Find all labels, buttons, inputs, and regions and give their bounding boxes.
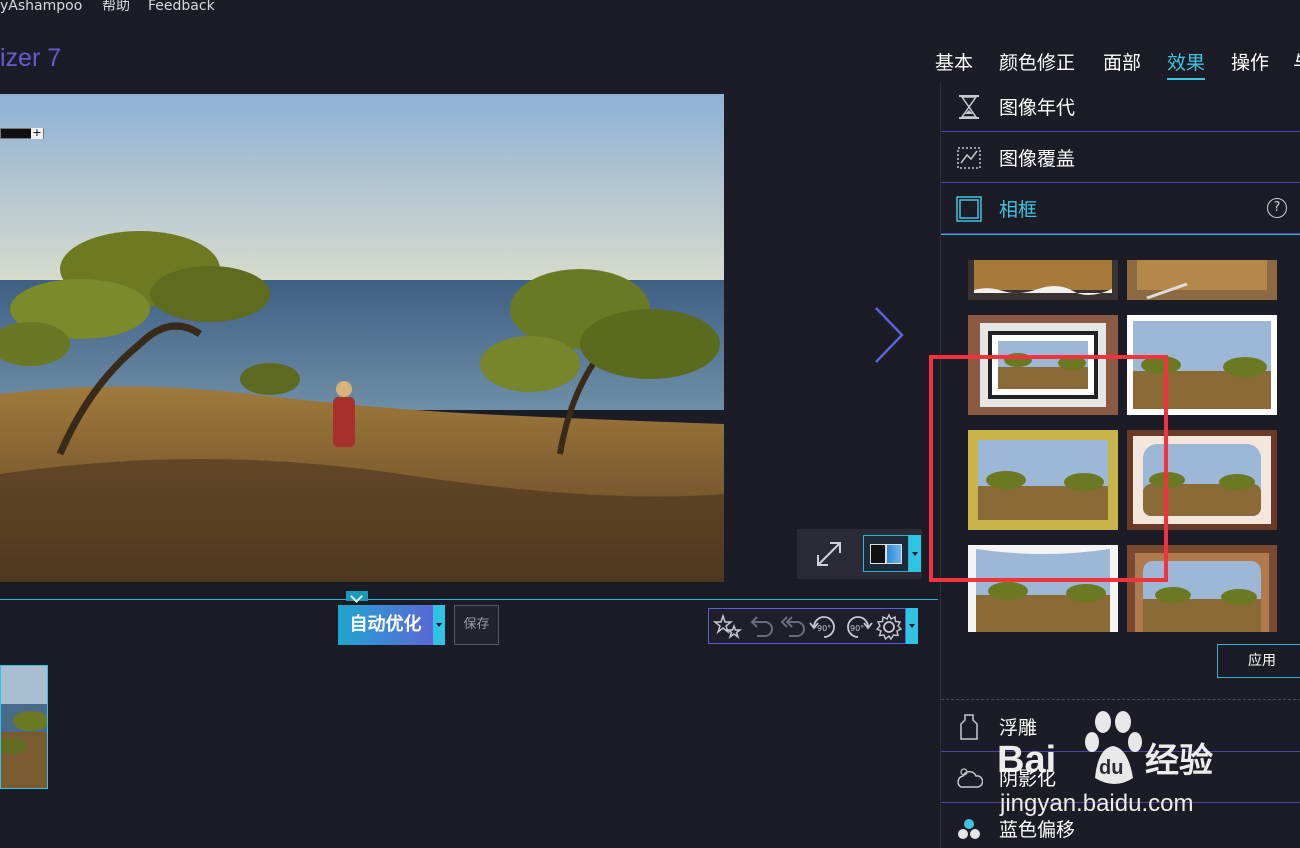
rotate-left-label: 90° [817, 624, 831, 633]
section-label: 阴影化 [999, 768, 1057, 790]
menu-item-help[interactable]: 帮助 [102, 0, 130, 13]
section-frame[interactable]: 相框 [941, 184, 1300, 234]
tab-more[interactable]: 与 [1293, 48, 1300, 75]
blue-shift-icon [958, 819, 980, 839]
compare-view-button[interactable] [863, 535, 909, 572]
image-viewer: + [0, 82, 938, 599]
zoom-indicator[interactable]: + [0, 127, 44, 139]
next-image-arrow-icon[interactable] [870, 305, 910, 365]
frame-icon [956, 196, 982, 222]
main-photo [0, 94, 724, 582]
filmstrip-thumbnail[interactable] [0, 665, 48, 789]
undo-icon[interactable] [745, 612, 775, 642]
section-label: 图像年代 [999, 97, 1076, 119]
emboss-icon [960, 714, 978, 740]
tab-effects[interactable]: 效果 [1167, 48, 1206, 80]
tab-basic[interactable]: 基本 [935, 48, 973, 75]
compare-dropdown-arrow[interactable] [909, 535, 921, 572]
filmstrip [0, 655, 938, 848]
compare-after-icon [886, 544, 902, 564]
edit-tools-group: 90° 90° [708, 608, 906, 644]
app-title: izer 7 [0, 44, 62, 72]
section-emboss[interactable]: 浮雕 [941, 702, 1300, 752]
rotate-right-90-icon[interactable]: 90° [841, 612, 875, 642]
menu-item-ashampoo[interactable]: yAshampoo [0, 0, 82, 13]
frame-option-wooden-board[interactable] [1127, 260, 1277, 300]
tab-face[interactable]: 面部 [1103, 48, 1141, 75]
compare-before-icon [870, 544, 886, 564]
rotate-right-label: 90° [850, 624, 864, 633]
zoom-in-icon[interactable]: + [31, 127, 43, 139]
section-label: 相框 [999, 199, 1038, 221]
auto-optimize-dropdown[interactable] [433, 605, 445, 645]
wand-stars-icon[interactable] [713, 612, 743, 642]
rotate-left-90-icon[interactable]: 90° [807, 612, 841, 642]
save-button[interactable]: 保存 [454, 605, 499, 645]
menu-bar: yAshampoo 帮助 Feedback [0, 0, 1300, 16]
auto-optimize-button[interactable]: 自动优化 [338, 605, 433, 645]
edit-tools-dropdown[interactable] [906, 608, 918, 644]
section-label: 蓝色偏移 [999, 819, 1076, 841]
baidu-watermark-url: jingyan.baidu.com [1000, 790, 1194, 817]
help-icon[interactable]: ? [1267, 198, 1287, 218]
hourglass-icon [959, 95, 979, 119]
title-bar: izer 7 基本 颜色修正 面部 效果 操作 与 [0, 38, 1300, 82]
tab-color-correction[interactable]: 颜色修正 [999, 48, 1075, 75]
fullscreen-icon[interactable] [812, 537, 846, 571]
gear-icon[interactable] [874, 612, 904, 642]
section-label: 图像覆盖 [999, 148, 1076, 170]
tab-operations[interactable]: 操作 [1231, 48, 1269, 75]
shadow-cloud-icon [957, 768, 983, 788]
annotation-highlight-box [929, 355, 1168, 582]
section-image-age[interactable]: 图像年代 [941, 82, 1300, 132]
image-overlay-icon [957, 147, 981, 169]
menu-item-feedback[interactable]: Feedback [148, 0, 215, 13]
collapse-filmstrip-toggle[interactable] [346, 591, 368, 601]
apply-button[interactable]: 应用 [1217, 644, 1300, 678]
undo-all-icon[interactable] [775, 612, 807, 642]
frame-option-torn-edge[interactable] [968, 260, 1118, 300]
section-label: 浮雕 [999, 717, 1038, 739]
section-image-overlay[interactable]: 图像覆盖 [941, 133, 1300, 183]
